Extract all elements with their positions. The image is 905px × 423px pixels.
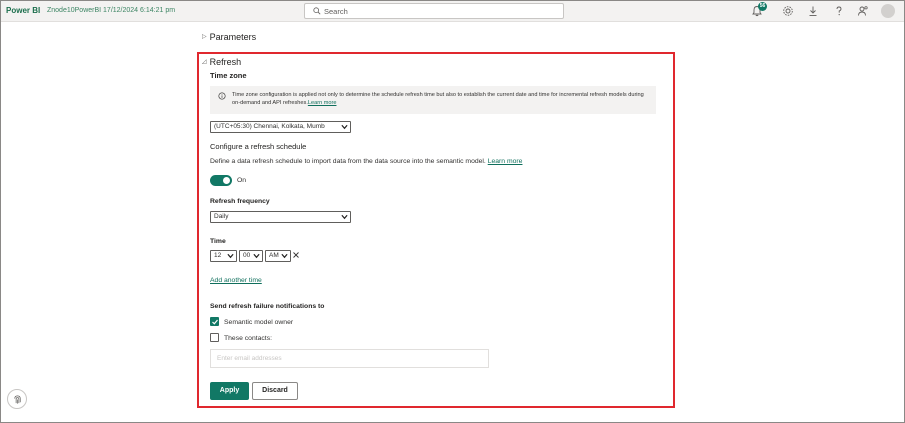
- fingerprint-icon: [14, 395, 21, 404]
- minute-select[interactable]: 00: [239, 250, 263, 262]
- notify-label: Send refresh failure notifications to: [210, 303, 325, 310]
- download-icon[interactable]: [807, 5, 819, 17]
- timezone-value: (UTC+05:30) Chennai, Kolkata, Mumb: [214, 123, 325, 130]
- hour-select[interactable]: 12: [210, 250, 237, 262]
- schedule-label: Configure a refresh schedule: [210, 142, 307, 151]
- notification-badge: 56: [758, 2, 767, 11]
- add-another-time-link[interactable]: Add another time: [210, 277, 262, 284]
- schedule-learn-more-link[interactable]: Learn more: [488, 158, 523, 165]
- owner-label: Semantic model owner: [224, 319, 294, 326]
- discard-button[interactable]: Discard: [252, 382, 298, 400]
- checkmark-icon: [212, 319, 218, 325]
- chevron-down-icon: [341, 124, 348, 130]
- top-bar: Power BI Znode10PowerBI 17/12/2024 6:14:…: [1, 1, 904, 22]
- chevron-down-icon: [341, 214, 348, 220]
- info-body: Time zone configuration is applied not o…: [232, 92, 644, 106]
- refresh-title: Refresh: [209, 57, 242, 67]
- hour-value: 12: [214, 252, 222, 259]
- chevron-right-icon: ▷: [202, 34, 207, 40]
- search-icon: [313, 7, 321, 15]
- brand-logo[interactable]: Power BI: [6, 6, 40, 15]
- chevron-down-icon: [227, 253, 234, 259]
- ampm-select[interactable]: AM: [265, 250, 291, 262]
- timezone-select[interactable]: (UTC+05:30) Chennai, Kolkata, Mumb: [210, 121, 351, 133]
- refresh-section-header[interactable]: ◿ Refresh: [202, 57, 241, 67]
- chevron-down-icon: ◿: [202, 59, 207, 65]
- search-box[interactable]: Search: [304, 3, 564, 19]
- owner-checkbox[interactable]: [210, 317, 219, 326]
- ampm-value: AM: [269, 252, 279, 259]
- info-learn-more-link[interactable]: Learn more: [308, 100, 337, 106]
- schedule-description: Define a data refresh schedule to import…: [210, 158, 522, 165]
- fingerprint-button[interactable]: [7, 389, 27, 409]
- timezone-info-text: Time zone configuration is applied not o…: [232, 91, 647, 107]
- apply-button[interactable]: Apply: [210, 382, 249, 400]
- minute-value: 00: [243, 252, 251, 259]
- remove-time-icon[interactable]: [293, 252, 299, 258]
- timezone-label: Time zone: [210, 71, 247, 80]
- schedule-desc-text: Define a data refresh schedule to import…: [210, 158, 486, 165]
- frequency-select[interactable]: Daily: [210, 211, 351, 223]
- frequency-label: Refresh frequency: [210, 198, 270, 205]
- share-people-icon[interactable]: [857, 5, 869, 17]
- time-label: Time: [210, 238, 226, 245]
- toggle-label: On: [237, 177, 247, 184]
- chevron-down-icon: [281, 253, 288, 259]
- help-icon[interactable]: [833, 5, 845, 17]
- frequency-value: Daily: [214, 213, 229, 220]
- toggle-knob: [223, 177, 230, 184]
- search-placeholder: Search: [324, 7, 348, 16]
- contacts-checkbox[interactable]: [210, 333, 219, 342]
- workspace-breadcrumb[interactable]: Znode10PowerBI 17/12/2024 6:14:21 pm: [47, 7, 175, 14]
- refresh-schedule-toggle[interactable]: [210, 175, 232, 186]
- timezone-info-box: Time zone configuration is applied not o…: [210, 86, 656, 114]
- parameters-title: Parameters: [209, 32, 257, 42]
- email-input[interactable]: Enter email addresses: [210, 349, 489, 368]
- info-icon: [218, 92, 226, 100]
- gear-icon[interactable]: [782, 5, 794, 17]
- contacts-label: These contacts:: [224, 335, 272, 342]
- parameters-section-header[interactable]: ▷ Parameters: [202, 32, 256, 42]
- chevron-down-icon: [253, 253, 260, 259]
- avatar[interactable]: [881, 4, 895, 18]
